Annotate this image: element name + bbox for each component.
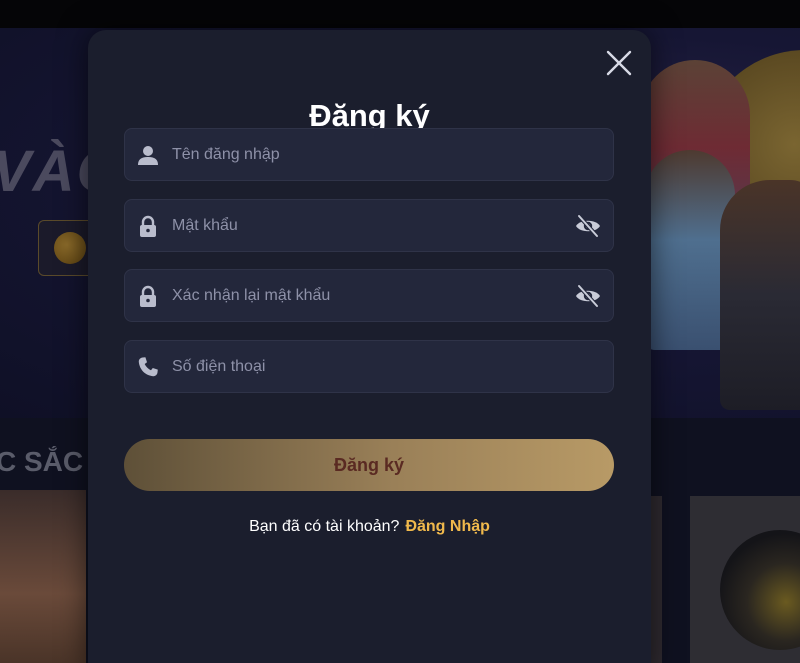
username-field [124, 128, 614, 181]
lock-icon [135, 283, 161, 309]
section-title: C SẮC [0, 446, 84, 477]
eye-slash-icon [576, 214, 600, 238]
confirm-password-field [124, 269, 614, 322]
top-bar [0, 0, 800, 28]
password-visibility-toggle[interactable] [574, 213, 602, 239]
lock-icon [135, 213, 161, 239]
close-icon [606, 50, 632, 76]
user-icon [135, 142, 161, 168]
login-prompt: Bạn đã có tài khoản? Đăng Nhập [88, 518, 651, 536]
register-button[interactable]: Đăng ký [124, 439, 614, 491]
confirm-password-visibility-toggle[interactable] [574, 283, 602, 309]
login-prompt-text: Bạn đã có tài khoản? [249, 518, 400, 535]
password-input[interactable] [172, 200, 562, 251]
game-card [0, 490, 86, 663]
coin-icon [54, 232, 86, 264]
phone-field [124, 340, 614, 393]
password-field [124, 199, 614, 252]
username-input[interactable] [172, 129, 562, 180]
phone-icon [135, 354, 161, 380]
confirm-password-input[interactable] [172, 270, 562, 321]
login-link[interactable]: Đăng Nhập [405, 518, 489, 535]
close-button[interactable] [604, 48, 634, 78]
banner-player-image [720, 180, 800, 410]
register-modal: Đăng ký Tên đăng nhập Số điện thoại Đăng… [88, 30, 651, 663]
eye-slash-icon [576, 284, 600, 308]
phone-input[interactable] [172, 341, 562, 392]
